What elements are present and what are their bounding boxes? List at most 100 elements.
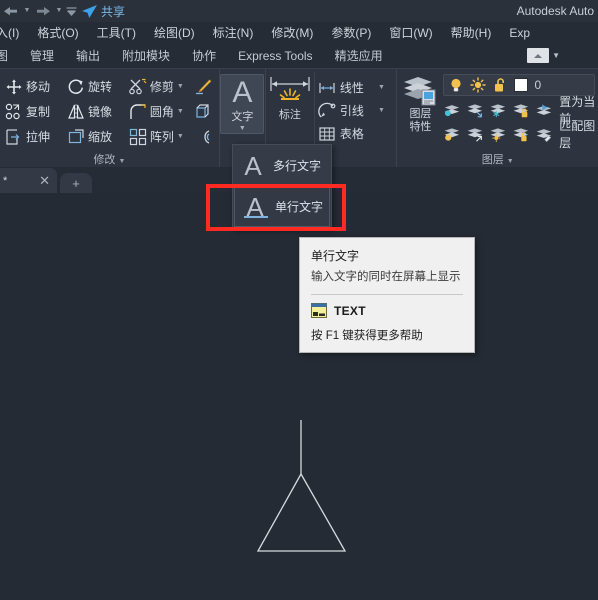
tooltip-description: 输入文字的同时在屏幕上显示	[311, 271, 461, 283]
redo-arrow-icon[interactable]	[32, 0, 54, 22]
layer-unlock-icon[interactable]	[512, 124, 530, 144]
modify-panel-expand-caret-icon[interactable]: ▼	[118, 158, 125, 165]
modify-rotate-button[interactable]: 旋转	[65, 74, 127, 99]
plus-icon[interactable]: +	[60, 173, 92, 193]
menu-item-dimension[interactable]: 标注(N)	[204, 22, 263, 44]
flyout-item-multiline-text-label: 多行文字	[273, 159, 322, 173]
menu-item-insert[interactable]: 入(I)	[0, 22, 28, 44]
layer-panel-title: 图层	[481, 154, 504, 166]
layer-panel-title-row[interactable]: 图层 ▼	[397, 151, 598, 167]
copy-icon	[5, 103, 20, 119]
tooltip-help-text: 按 F1 键获得更多帮助	[311, 330, 423, 342]
annotation-leader-caret-icon[interactable]: ▼	[378, 107, 388, 114]
undo-dropdown-caret-icon[interactable]: ▼	[22, 0, 32, 22]
document-tab[interactable]: * ✕	[0, 168, 57, 193]
array-icon	[129, 128, 146, 145]
layer-unisolate-icon[interactable]	[466, 124, 484, 144]
annotation-table-button[interactable]: 表格	[315, 122, 388, 145]
modify-scale-button[interactable]: 缩放	[65, 124, 127, 149]
ribbon-tab-manage[interactable]: 管理	[19, 44, 65, 68]
modify-trim-button[interactable]: 修剪 ▼	[127, 74, 189, 99]
share-label[interactable]: 共享	[100, 3, 125, 20]
ribbon-tab-addins[interactable]: 附加模块	[111, 44, 181, 68]
ribbon-tab-featured-apps[interactable]: 精选应用	[324, 44, 394, 68]
dimension-button[interactable]: 标注	[267, 74, 313, 122]
menu-item-modify[interactable]: 修改(M)	[262, 22, 322, 44]
annotation-table-label: 表格	[339, 127, 364, 141]
menu-item-window[interactable]: 窗口(W)	[380, 22, 441, 44]
modify-mirror-button[interactable]: 镜像	[65, 99, 127, 124]
layer-turn-all-on-icon[interactable]	[443, 124, 461, 144]
modify-fillet-label: 圆角	[149, 105, 174, 119]
menu-item-parametric[interactable]: 参数(P)	[322, 22, 380, 44]
text-button-caret-icon[interactable]: ▼	[239, 124, 246, 133]
modify-fillet-caret-icon[interactable]: ▼	[177, 108, 184, 115]
sun-freeze-icon[interactable]	[470, 77, 487, 93]
multiline-text-A-icon: A	[244, 150, 262, 181]
modify-move-button[interactable]: 移动	[3, 74, 65, 99]
layer-isolate-icon[interactable]	[466, 100, 484, 120]
layer-match-icon[interactable]	[535, 124, 553, 144]
layer-panel-expand-caret-icon[interactable]: ▼	[507, 158, 514, 165]
flyout-item-singleline-text[interactable]: A 单行文字	[234, 186, 330, 227]
modify-panel-title-row[interactable]: 修改 ▼	[0, 151, 219, 167]
rotate-icon	[68, 79, 83, 94]
ribbon-tab-output[interactable]: 输出	[65, 44, 111, 68]
modify-offset-button[interactable]	[189, 124, 217, 149]
menu-item-help[interactable]: 帮助(H)	[442, 22, 501, 44]
annotation-linear-button[interactable]: 线性 ▼	[315, 76, 388, 99]
leader-icon	[318, 102, 336, 117]
layer-set-current-icon[interactable]	[535, 100, 553, 120]
trim-scissors-icon	[129, 78, 147, 94]
modify-array-button[interactable]: 阵列 ▼	[127, 124, 189, 149]
app-title: Autodesk Auto	[516, 4, 594, 18]
layer-color-swatch[interactable]	[514, 78, 529, 92]
unlock-icon[interactable]	[492, 77, 508, 93]
ribbon-tab-express-tools[interactable]: Express Tools	[227, 44, 323, 68]
ribbon-tab-view[interactable]: 图	[0, 44, 19, 68]
text-A-icon: A	[232, 76, 253, 109]
layer-off-icon[interactable]	[443, 100, 461, 120]
ribbon-tab-collaborate[interactable]: 协作	[181, 44, 227, 68]
layer-lock-icon[interactable]	[512, 100, 530, 120]
undo-arrow-icon[interactable]	[0, 0, 22, 22]
drawing-triangle	[256, 473, 347, 552]
flyout-item-multiline-text[interactable]: A 多行文字	[233, 145, 331, 186]
modify-panel-title: 修改	[93, 154, 116, 166]
share-paperplane-icon[interactable]	[78, 0, 100, 22]
modify-array-caret-icon[interactable]: ▼	[177, 133, 184, 140]
fillet-icon	[130, 103, 146, 119]
menu-item-format[interactable]: 格式(O)	[28, 22, 87, 44]
modify-copy-label: 复制	[26, 105, 51, 119]
layer-tool-rows: 置为当前 匹配图层	[443, 95, 598, 150]
ribbon-minimize-icon[interactable]	[527, 48, 550, 63]
layer-thaw-all-icon[interactable]	[489, 124, 507, 144]
modify-stretch-label: 拉伸	[26, 130, 51, 144]
close-x-icon[interactable]: ✕	[39, 173, 50, 189]
modify-trim-caret-icon[interactable]: ▼	[177, 83, 184, 90]
modify-fillet-button[interactable]: 圆角 ▼	[127, 99, 189, 124]
modify-copy-button[interactable]: 复制	[3, 99, 65, 124]
modify-erase-button[interactable]	[189, 74, 217, 99]
text-button-label: 文字	[231, 111, 254, 123]
redo-dropdown-caret-icon[interactable]: ▼	[54, 0, 64, 22]
menu-item-draw[interactable]: 绘图(D)	[145, 22, 204, 44]
erase-pencil-icon	[195, 78, 212, 94]
current-layer-name[interactable]: 0	[534, 78, 541, 92]
modify-stretch-button[interactable]: 拉伸	[3, 124, 65, 149]
modify-scale-label: 缩放	[87, 130, 112, 144]
lightbulb-on-icon[interactable]	[448, 77, 464, 93]
modify-rotate-label: 旋转	[87, 80, 112, 94]
ribbon-minimize-control[interactable]: ▼	[527, 48, 560, 63]
dimension-icon	[270, 77, 310, 100]
menu-item-tools[interactable]: 工具(T)	[88, 22, 145, 44]
menu-item-express[interactable]: Exp	[500, 22, 539, 44]
ribbon-minimize-caret-icon[interactable]: ▼	[552, 51, 560, 60]
quick-access-customize-icon[interactable]	[64, 0, 78, 22]
layer-properties-button[interactable]: 图层 特性	[397, 72, 443, 146]
modify-solid-edit-button[interactable]	[189, 99, 217, 124]
text-dropdown-button[interactable]: A 文字 ▼	[220, 74, 265, 134]
annotation-linear-caret-icon[interactable]: ▼	[378, 84, 388, 91]
annotation-leader-button[interactable]: 引线 ▼	[315, 99, 388, 122]
layer-freeze-icon[interactable]	[489, 100, 507, 120]
